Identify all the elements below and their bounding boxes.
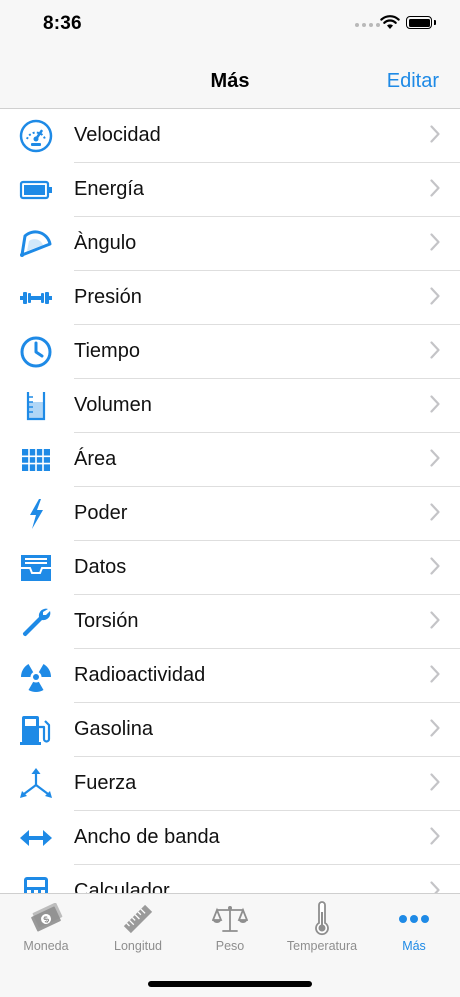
list-item-label: Radioactividad	[74, 664, 206, 686]
chevron-right-icon	[430, 881, 440, 893]
chevron-right-icon	[430, 179, 440, 197]
list-item-velocidad[interactable]: Velocidad	[0, 109, 460, 163]
list-item-area[interactable]: Área	[0, 433, 460, 487]
more-list[interactable]: Velocidad Energía Àngulo Presión Tiempo	[0, 109, 460, 893]
speedometer-icon	[18, 118, 54, 154]
battery-status-icon	[406, 16, 432, 29]
chevron-right-icon	[430, 503, 440, 521]
edit-button[interactable]: Editar	[387, 70, 439, 93]
money-icon: $	[0, 902, 92, 936]
list-item-datos[interactable]: Datos	[0, 541, 460, 595]
tab-label: Más	[402, 939, 426, 953]
beaker-icon	[18, 388, 54, 424]
list-item-label: Tiempo	[74, 340, 140, 362]
list-item-label: Poder	[74, 502, 128, 524]
tab-mas[interactable]: Más	[368, 894, 460, 964]
chevron-right-icon	[430, 395, 440, 413]
list-item-gasolina[interactable]: Gasolina	[0, 703, 460, 757]
list-item-fuerza[interactable]: Fuerza	[0, 757, 460, 811]
list-item-label: Calculador	[74, 880, 170, 893]
list-item-volumen[interactable]: Volumen	[0, 379, 460, 433]
status-bar: 8:36	[0, 0, 460, 54]
double-arrow-icon	[18, 820, 54, 856]
tab-peso[interactable]: Peso	[184, 894, 276, 964]
chevron-right-icon	[430, 665, 440, 683]
chevron-right-icon	[430, 233, 440, 251]
inbox-icon	[18, 550, 54, 586]
list-item-label: Gasolina	[74, 718, 153, 740]
chevron-right-icon	[430, 287, 440, 305]
list-item-presion[interactable]: Presión	[0, 271, 460, 325]
wrench-icon	[18, 604, 54, 640]
clock-icon	[18, 334, 54, 370]
list-item-poder[interactable]: Poder	[0, 487, 460, 541]
battery-icon	[18, 172, 54, 208]
list-item-label: Àngulo	[74, 232, 137, 254]
wifi-icon	[380, 15, 400, 29]
chevron-right-icon	[430, 341, 440, 359]
list-item-ancho-de-banda[interactable]: Ancho de banda	[0, 811, 460, 865]
tab-label: Moneda	[23, 939, 69, 953]
tab-label: Temperatura	[286, 939, 358, 953]
tab-longitud[interactable]: Longitud	[92, 894, 184, 964]
chevron-right-icon	[430, 827, 440, 845]
list-item-label: Volumen	[74, 394, 152, 416]
radiation-icon	[18, 658, 54, 694]
chevron-right-icon	[430, 449, 440, 467]
chevron-right-icon	[430, 611, 440, 629]
scale-icon	[184, 902, 276, 936]
fuel-pump-icon	[18, 712, 54, 748]
chevron-right-icon	[430, 719, 440, 737]
list-item-label: Área	[74, 448, 117, 470]
chevron-right-icon	[430, 773, 440, 791]
list-item-energia[interactable]: Energía	[0, 163, 460, 217]
tab-label: Peso	[215, 939, 245, 953]
list-item-label: Velocidad	[74, 124, 161, 146]
status-time: 8:36	[43, 13, 82, 34]
force-arrows-icon	[18, 766, 54, 802]
tab-label: Longitud	[114, 939, 162, 953]
lightning-icon	[18, 496, 54, 532]
list-item-label: Fuerza	[74, 772, 137, 794]
more-dots-icon	[368, 902, 460, 936]
list-item-label: Datos	[74, 556, 127, 578]
list-item-angulo[interactable]: Àngulo	[0, 217, 460, 271]
tab-moneda[interactable]: $ Moneda	[0, 894, 92, 964]
list-item-radioactividad[interactable]: Radioactividad	[0, 649, 460, 703]
navigation-bar: Más Editar	[0, 54, 460, 109]
list-item-torsion[interactable]: Torsión	[0, 595, 460, 649]
protractor-icon	[18, 226, 54, 262]
list-item-tiempo[interactable]: Tiempo	[0, 325, 460, 379]
dumbbell-icon	[18, 280, 54, 316]
list-item-label: Torsión	[74, 610, 139, 632]
calculator-icon	[18, 874, 54, 893]
list-item-label: Energía	[74, 178, 145, 200]
chevron-right-icon	[430, 557, 440, 575]
ruler-icon	[92, 902, 184, 936]
list-item-calculador[interactable]: Calculador	[0, 865, 460, 893]
list-item-label: Presión	[74, 286, 142, 308]
tab-temperatura[interactable]: Temperatura	[276, 894, 368, 964]
home-indicator[interactable]	[148, 981, 312, 987]
chevron-right-icon	[430, 125, 440, 143]
grid-icon	[18, 442, 54, 478]
list-item-label: Ancho de banda	[74, 826, 220, 848]
cellular-signal-icon	[355, 23, 380, 27]
thermometer-icon	[276, 901, 368, 936]
